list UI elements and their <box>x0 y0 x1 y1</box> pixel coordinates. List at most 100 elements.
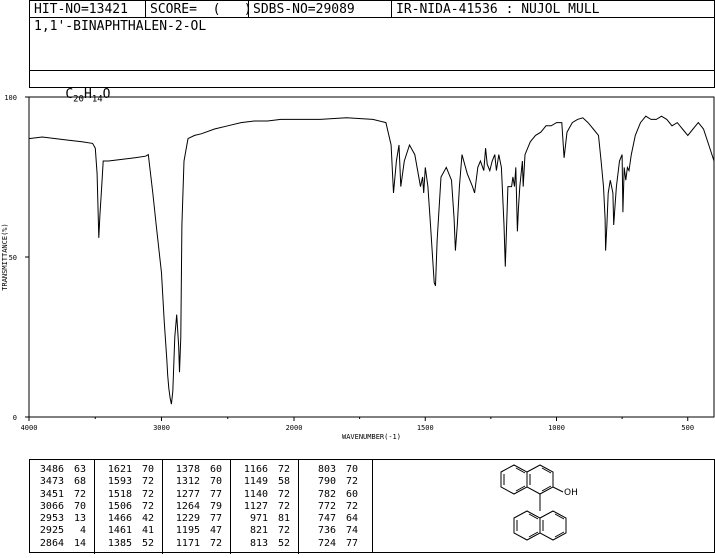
peak-wavenumber: 3451 <box>39 488 64 500</box>
peak-row: 1149 58 <box>234 476 290 488</box>
peak-transmittance: 60 <box>345 488 358 500</box>
peak-wavenumber: 1166 <box>243 464 268 475</box>
peak-row: 1264 79 <box>166 501 222 513</box>
peak-transmittance: 72 <box>277 500 290 512</box>
peak-transmittance: 72 <box>277 488 290 500</box>
peak-transmittance: 14 <box>73 537 86 549</box>
peak-row: 1466 42 <box>98 513 154 525</box>
peak-transmittance: 52 <box>277 537 290 549</box>
peak-wavenumber: 1506 <box>107 500 132 512</box>
x-tick-label: 1000 <box>548 424 565 432</box>
peak-row: 803 70 <box>302 464 358 476</box>
formula-divider <box>30 70 714 71</box>
x-axis-label: WAVENUMBER(-1) <box>342 433 401 441</box>
peak-row: 1127 72 <box>234 501 290 513</box>
peak-column-divider <box>162 460 163 554</box>
peak-wavenumber: 1378 <box>175 464 200 475</box>
x-tick-label: 1500 <box>417 424 434 432</box>
peak-wavenumber: 3473 <box>39 476 64 488</box>
y-tick-label: 50 <box>9 254 17 262</box>
oh-label: OH <box>564 488 578 498</box>
peak-transmittance: 41 <box>141 525 154 537</box>
peak-row: 747 64 <box>302 513 358 525</box>
peak-wavenumber: 1385 <box>107 537 132 549</box>
peak-row: 1166 72 <box>234 464 290 476</box>
structure-box: OH <box>372 459 715 553</box>
peak-column: 803 70 790 72 782 60 772 72 747 64 736 74 724 77 <box>302 464 358 550</box>
peak-wavenumber: 1621 <box>107 464 132 475</box>
peak-column-divider <box>94 460 95 554</box>
peak-wavenumber: 1466 <box>107 513 132 525</box>
ir-spectrum-chart: 0 50 100 4000 3000 2000 1500 1000 500 WAVENUMBER(… <box>1 94 715 441</box>
peak-transmittance: 70 <box>345 464 358 475</box>
plot-frame <box>28 96 715 418</box>
peak-transmittance: 72 <box>73 488 86 500</box>
peak-wavenumber: 736 <box>317 525 336 537</box>
peak-transmittance: 72 <box>345 500 358 512</box>
peak-row: 3486 63 <box>30 464 86 476</box>
peak-transmittance: 42 <box>141 513 154 525</box>
peak-wavenumber: 2864 <box>39 537 64 549</box>
peak-wavenumber: 3486 <box>39 464 64 475</box>
peak-wavenumber: 1140 <box>243 488 268 500</box>
peak-row: 1140 72 <box>234 489 290 501</box>
peak-row: 782 60 <box>302 489 358 501</box>
peak-transmittance: 63 <box>73 464 86 475</box>
peak-table: 3486 63 3473 68 3451 72 3066 70 2953 13 2925 4 2864 1… <box>29 459 373 554</box>
peak-transmittance: 72 <box>141 500 154 512</box>
peak-transmittance: 72 <box>141 476 154 488</box>
peak-column-divider <box>298 460 299 554</box>
header-bar: HIT-NO=13421 SCORE= ( ) SDBS-NO=29089 IR… <box>29 0 715 18</box>
peak-column: 1621 70 1593 72 1518 72 1506 72 1466 42 1461 41 1385… <box>98 464 154 550</box>
peak-wavenumber: 803 <box>317 464 336 475</box>
peak-transmittance: 68 <box>73 476 86 488</box>
x-tick-label: 4000 <box>21 424 38 432</box>
peak-transmittance: 70 <box>73 500 86 512</box>
peak-transmittance: 72 <box>277 464 290 475</box>
peak-transmittance: 52 <box>141 537 154 549</box>
peak-wavenumber: 1277 <box>175 488 200 500</box>
peak-transmittance: 58 <box>277 476 290 488</box>
peak-transmittance: 4 <box>79 525 86 537</box>
peak-row: 1385 52 <box>98 538 154 550</box>
peak-wavenumber: 772 <box>317 500 336 512</box>
hit-number: HIT-NO=13421 <box>30 1 146 18</box>
peak-transmittance: 72 <box>277 525 290 537</box>
y-tick-label: 0 <box>13 414 17 422</box>
peak-transmittance: 60 <box>209 464 222 475</box>
peak-wavenumber: 813 <box>249 537 268 549</box>
peak-transmittance: 72 <box>141 488 154 500</box>
peak-row: 1378 60 <box>166 464 222 476</box>
peak-row: 971 81 <box>234 513 290 525</box>
binaphthol-structure: OH <box>500 464 578 541</box>
ir-nida-number: IR-NIDA-41536 : NUJOL MULL <box>396 2 600 17</box>
peak-wavenumber: 747 <box>317 513 336 525</box>
peak-transmittance: 77 <box>345 537 358 549</box>
peak-wavenumber: 1264 <box>175 500 200 512</box>
peak-row: 1312 70 <box>166 476 222 488</box>
peak-transmittance: 74 <box>345 525 358 537</box>
peak-wavenumber: 790 <box>317 476 336 488</box>
peak-transmittance: 70 <box>209 476 222 488</box>
peak-row: 1506 72 <box>98 501 154 513</box>
peak-row: 3473 68 <box>30 476 86 488</box>
peak-row: 1621 70 <box>98 464 154 476</box>
peak-row: 736 74 <box>302 525 358 537</box>
peak-row: 813 52 <box>234 538 290 550</box>
peak-wavenumber: 1312 <box>175 476 200 488</box>
peak-row: 2864 14 <box>30 538 86 550</box>
peak-row: 2925 4 <box>30 525 86 537</box>
score: SCORE= ( ) <box>146 1 252 18</box>
peak-row: 2953 13 <box>30 513 86 525</box>
x-tick-label: 3000 <box>153 424 170 432</box>
peak-row: 3066 70 <box>30 501 86 513</box>
sdbs-number: SDBS-NO=29089 <box>249 1 392 18</box>
peak-row: 1195 47 <box>166 525 222 537</box>
peak-wavenumber: 1229 <box>175 513 200 525</box>
peak-wavenumber: 1171 <box>175 537 200 549</box>
peak-transmittance: 72 <box>209 537 222 549</box>
peak-row: 1518 72 <box>98 489 154 501</box>
peak-wavenumber: 2925 <box>39 525 64 537</box>
x-tick-label: 2000 <box>286 424 303 432</box>
peak-wavenumber: 1461 <box>107 525 132 537</box>
